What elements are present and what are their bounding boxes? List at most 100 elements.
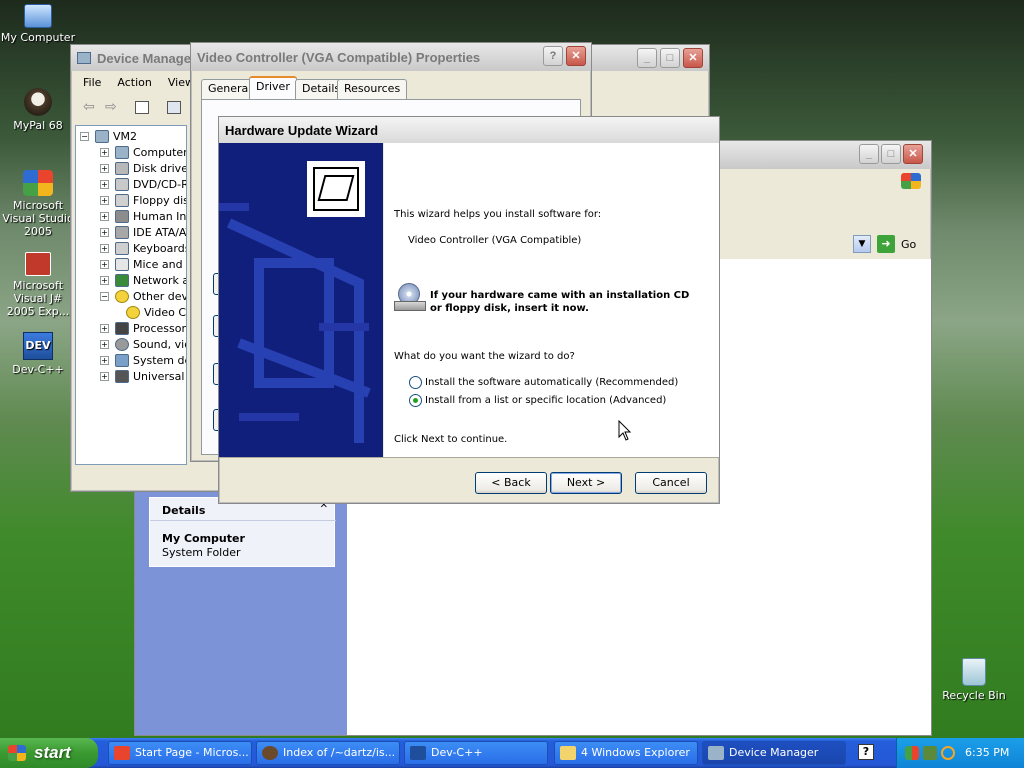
tray-search-icon[interactable] (941, 746, 955, 760)
tree-root[interactable]: − VM2 (80, 128, 137, 144)
close-button[interactable]: ✕ (566, 46, 586, 66)
expand-icon[interactable]: + (100, 179, 109, 189)
network-adapter-icon (115, 273, 129, 287)
tree-item[interactable]: + IDE ATA/AT (100, 224, 186, 240)
visual-studio-icon (114, 746, 130, 760)
taskbar-item-windows-explorer[interactable]: 4 Windows Explorer (554, 741, 698, 765)
taskbar-item-dev-cpp[interactable]: Dev-C++ (404, 741, 548, 765)
dev-cpp-icon: DEV (23, 332, 53, 360)
properties-titlebar[interactable]: Video Controller (VGA Compatible) Proper… (191, 43, 591, 71)
minimize-button[interactable]: _ (637, 48, 657, 68)
maximize-button[interactable]: □ (881, 144, 901, 164)
tree-item[interactable]: +System dev (100, 352, 186, 368)
desktop-icon-mypal[interactable]: MyPal 68 (0, 88, 76, 132)
forward-arrow-icon[interactable]: ⇨ (105, 99, 117, 115)
tree-item[interactable]: +Disk drives (100, 160, 186, 176)
expand-icon[interactable]: + (100, 227, 109, 237)
tab-resources[interactable]: Resources (337, 79, 408, 99)
wizard-title: Hardware Update Wizard (225, 122, 379, 138)
toolbar: ⇦ ⇨ (75, 97, 195, 119)
expand-icon[interactable]: + (100, 243, 109, 253)
help-button[interactable]: ? (543, 46, 563, 66)
expand-icon[interactable]: + (100, 163, 109, 173)
radio-install-from-list[interactable] (409, 394, 422, 407)
tree-item[interactable]: + Computer (100, 144, 186, 160)
menu-action[interactable]: Action (109, 76, 159, 89)
my-computer-icon (24, 4, 52, 28)
device-manager-title: Device Manager (97, 50, 196, 66)
collapse-icon[interactable]: − (80, 131, 89, 141)
wizard-device-name: Video Controller (VGA Compatible) (408, 235, 582, 246)
maximize-button[interactable]: □ (660, 48, 680, 68)
tray-visual-studio-icon[interactable] (905, 746, 919, 760)
taskbar-item-mypal[interactable]: Index of /~dartz/is... (256, 741, 400, 765)
wizard-banner (219, 143, 383, 457)
wizard-titlebar[interactable]: Hardware Update Wizard (219, 117, 719, 143)
disk-drive-icon (115, 161, 129, 175)
taskbar-item-start-page[interactable]: Start Page - Micros... (108, 741, 252, 765)
expand-icon[interactable]: + (100, 371, 109, 381)
tree-item[interactable]: +Floppy disk (100, 192, 186, 208)
expand-icon[interactable]: + (100, 275, 109, 285)
expand-icon[interactable]: + (100, 339, 109, 349)
start-label: start (34, 743, 71, 762)
hardware-update-wizard[interactable]: Hardware Update Wizard This wizard helps… (218, 116, 720, 504)
wizard-intro: This wizard helps you install software f… (394, 209, 602, 220)
menu-file[interactable]: File (75, 76, 109, 89)
minimize-button[interactable]: _ (859, 144, 879, 164)
cd-drive-icon (394, 283, 426, 313)
go-button-label[interactable]: Go (901, 238, 916, 251)
mypal-icon (262, 746, 278, 760)
help-icon[interactable]: ? (858, 744, 874, 760)
address-dropdown[interactable]: ▼ (853, 235, 871, 253)
desktop-icon-label: Recycle Bin (942, 689, 1006, 702)
back-button[interactable]: < Back (475, 472, 547, 494)
expand-icon[interactable]: + (100, 195, 109, 205)
expand-icon[interactable]: + (100, 323, 109, 333)
taskbar-item-device-manager[interactable]: Device Manager (702, 741, 846, 765)
expand-icon[interactable]: + (100, 355, 109, 365)
desktop-icon-visual-jsharp[interactable]: Microsoft Visual J# 2005 Exp... (0, 252, 76, 318)
properties-icon[interactable] (167, 101, 181, 114)
tree-item[interactable]: +Network ac (100, 272, 186, 288)
tab-driver[interactable]: Driver (249, 76, 297, 100)
tree-item[interactable]: Video C (126, 304, 186, 320)
expand-icon[interactable]: + (100, 147, 109, 157)
wizard-question: What do you want the wizard to do? (394, 351, 575, 362)
start-button[interactable]: start (0, 738, 98, 768)
taskbar: start Start Page - Micros... Index of /~… (0, 738, 1024, 768)
device-manager-app-icon (77, 52, 91, 64)
tree-item[interactable]: + Keyboards (100, 240, 186, 256)
warning-icon (126, 305, 140, 319)
radio-install-automatically[interactable] (409, 376, 422, 389)
mouse-icon (115, 257, 129, 271)
option-list-label[interactable]: Install from a list or specific location… (425, 395, 666, 406)
device-tree[interactable]: − VM2 +Computer +Disk drives +DVD/CD-RC … (75, 125, 187, 465)
tray-network-icon[interactable] (923, 746, 937, 760)
tree-item[interactable]: +DVD/CD-RC (100, 176, 186, 192)
details-panel-title[interactable]: Details (162, 504, 205, 517)
back-arrow-icon[interactable]: ⇦ (83, 99, 95, 115)
desktop-icon-my-computer[interactable]: My Computer (0, 4, 76, 44)
expand-icon[interactable]: + (100, 211, 109, 221)
tree-item[interactable]: +Universal S (100, 368, 186, 384)
next-button[interactable]: Next > (550, 472, 622, 494)
tree-item[interactable]: +Mice and ot (100, 256, 186, 272)
tree-item[interactable]: +Sound, vide (100, 336, 186, 352)
tree-item[interactable]: −Other devic (100, 288, 186, 304)
tree-item[interactable]: +Human Inte (100, 208, 186, 224)
desktop-icon-label: My Computer (0, 31, 76, 44)
cancel-button[interactable]: Cancel (635, 472, 707, 494)
option-automatic-label[interactable]: Install the software automatically (Reco… (425, 377, 678, 388)
computer-icon (95, 129, 109, 143)
expand-icon[interactable]: + (100, 259, 109, 269)
desktop-icon-visual-studio[interactable]: Microsoft Visual Studio 2005 (0, 170, 76, 238)
close-button[interactable]: ✕ (683, 48, 703, 68)
show-hide-tree-icon[interactable] (135, 101, 149, 114)
tree-item[interactable]: + Processors (100, 320, 186, 336)
desktop-icon-dev-cpp[interactable]: DEV Dev-C++ (0, 332, 76, 376)
close-button[interactable]: ✕ (903, 144, 923, 164)
desktop-icon-recycle-bin[interactable]: Recycle Bin (936, 658, 1012, 702)
collapse-icon[interactable]: − (100, 291, 109, 301)
go-arrow-icon[interactable]: ➜ (877, 235, 895, 253)
